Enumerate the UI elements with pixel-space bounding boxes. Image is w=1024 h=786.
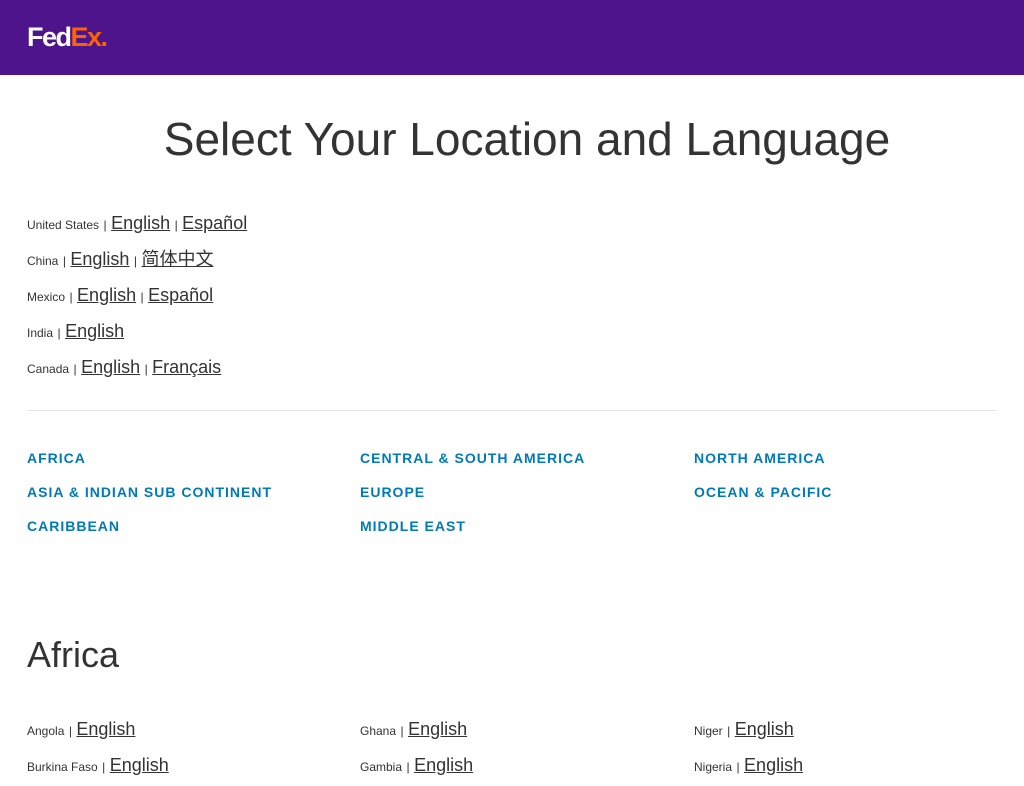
site-header: FedEx. [0,0,1024,75]
region-column: AFRICA ASIA & INDIAN SUB CONTINENT CARIB… [27,447,347,549]
country-row-angola: Angola | English [27,714,347,750]
separator: | [736,760,740,774]
region-link-ocean-pacific[interactable]: OCEAN & PACIFIC [694,481,1014,515]
region-nav: AFRICA ASIA & INDIAN SUB CONTINENT CARIB… [27,447,1024,557]
separator: | [140,290,144,304]
separator: | [57,326,61,340]
language-link-english[interactable]: English [70,249,129,269]
logo-fed: Fed [27,22,72,52]
fedex-logo[interactable]: FedEx. [27,22,109,52]
separator: | [69,290,73,304]
country-name: Mexico [27,290,66,304]
africa-column: Ghana | English Gambia | English [360,714,680,786]
country-name: United States [27,218,100,232]
country-row-india: India | English [27,316,927,352]
logo-dot: . [100,22,109,52]
country-row-canada: Canada | English | Français [27,352,927,388]
africa-column: Angola | English Burkina Faso | English [27,714,347,786]
separator: | [406,760,410,774]
region-column: NORTH AMERICA OCEAN & PACIFIC [694,447,1014,515]
country-row-china: China | English | 简体中文 [27,244,927,280]
country-row-mexico: Mexico | English | Español [27,280,927,316]
region-column: CENTRAL & SOUTH AMERICA EUROPE MIDDLE EA… [360,447,680,549]
separator: | [174,218,178,232]
country-name: Gambia [360,760,403,774]
country-row-united-states: United States | English | Español [27,208,927,244]
separator: | [133,254,138,268]
language-link-english[interactable]: English [414,755,473,775]
region-link-north-america[interactable]: NORTH AMERICA [694,447,1014,481]
logo-ex: Ex [70,22,103,52]
country-name: Angola [27,724,65,738]
language-link-english[interactable]: English [77,285,136,305]
region-link-europe[interactable]: EUROPE [360,481,680,515]
language-link-francais[interactable]: Français [152,357,221,377]
section-divider [27,410,997,411]
country-name: India [27,326,54,340]
africa-section-title: Africa [27,634,120,675]
country-name: Niger [694,724,723,738]
africa-column: Niger | English Nigeria | English [694,714,1014,786]
separator: | [68,724,72,738]
region-link-central-south-america[interactable]: CENTRAL & SOUTH AMERICA [360,447,680,481]
separator: | [73,362,77,376]
country-row-gambia: Gambia | English [360,750,680,786]
separator: | [727,724,731,738]
region-link-middle-east[interactable]: MIDDLE EAST [360,515,680,549]
country-row-nigeria: Nigeria | English [694,750,1014,786]
page-title: Select Your Location and Language [163,113,891,165]
country-name: Ghana [360,724,397,738]
language-link-english[interactable]: English [111,213,170,233]
region-link-asia[interactable]: ASIA & INDIAN SUB CONTINENT [27,481,347,515]
country-row-ghana: Ghana | English [360,714,680,750]
top-countries-list: United States | English | Español China … [27,208,927,388]
language-link-espanol[interactable]: Español [182,213,247,233]
country-row-burkina-faso: Burkina Faso | English [27,750,347,786]
country-name: Canada [27,362,70,376]
region-link-africa[interactable]: AFRICA [27,447,347,481]
country-name: Burkina Faso [27,760,98,774]
language-link-english[interactable]: English [65,321,124,341]
separator: | [62,254,66,268]
separator: | [102,760,106,774]
separator: | [144,362,148,376]
separator: | [400,724,404,738]
region-link-caribbean[interactable]: CARIBBEAN [27,515,347,549]
separator: | [103,218,107,232]
language-link-chinese[interactable]: 简体中文 [141,249,213,269]
language-link-english[interactable]: English [744,755,803,775]
language-link-espanol[interactable]: Español [148,285,213,305]
language-link-english[interactable]: English [735,719,794,739]
language-link-english[interactable]: English [81,357,140,377]
country-name: Nigeria [694,760,733,774]
country-name: China [27,254,59,268]
country-row-niger: Niger | English [694,714,1014,750]
language-link-english[interactable]: English [110,755,169,775]
language-link-english[interactable]: English [76,719,135,739]
language-link-english[interactable]: English [408,719,467,739]
